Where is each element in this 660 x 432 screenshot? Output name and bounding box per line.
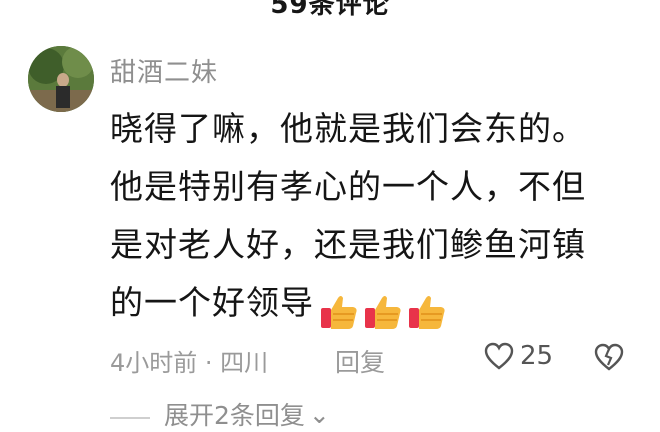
divider	[110, 417, 150, 419]
comment-body: 晓得了嘛，他就是我们会东的。 他是特别有孝心的一个人，不但 是对老人好，还是我们…	[110, 100, 630, 338]
avatar-image	[28, 46, 94, 112]
thumbs-up-icon	[365, 295, 401, 329]
comment-line: 晓得了嘛，他就是我们会东的。	[110, 109, 586, 148]
comment-line-text: 的一个好领导	[110, 283, 314, 322]
comments-count-title: 59条评论	[270, 0, 390, 20]
heart-icon	[484, 342, 514, 370]
like-button[interactable]: 25	[484, 341, 553, 371]
reply-button[interactable]: 回复	[335, 343, 385, 379]
thumbs-up-icon	[409, 295, 445, 329]
expand-replies[interactable]: 展开2条回复 ⌄	[110, 396, 330, 432]
dislike-button[interactable]	[594, 343, 624, 375]
comment-line: 是对老人好，还是我们鲹鱼河镇	[110, 225, 586, 264]
expand-replies-label: 展开2条回复	[164, 401, 305, 430]
emoji-row	[318, 280, 450, 338]
comment-username[interactable]: 甜酒二妹	[110, 52, 218, 89]
comment-line: 他是特别有孝心的一个人，不但	[110, 167, 586, 206]
chevron-down-icon: ⌄	[308, 399, 330, 429]
avatar[interactable]	[28, 46, 94, 112]
comment-meta: 4小时前 · 四川	[110, 349, 269, 377]
comment-line: 的一个好领导	[110, 274, 630, 338]
broken-heart-icon	[594, 343, 624, 371]
like-count: 25	[520, 341, 554, 371]
thumbs-up-icon	[321, 295, 357, 329]
